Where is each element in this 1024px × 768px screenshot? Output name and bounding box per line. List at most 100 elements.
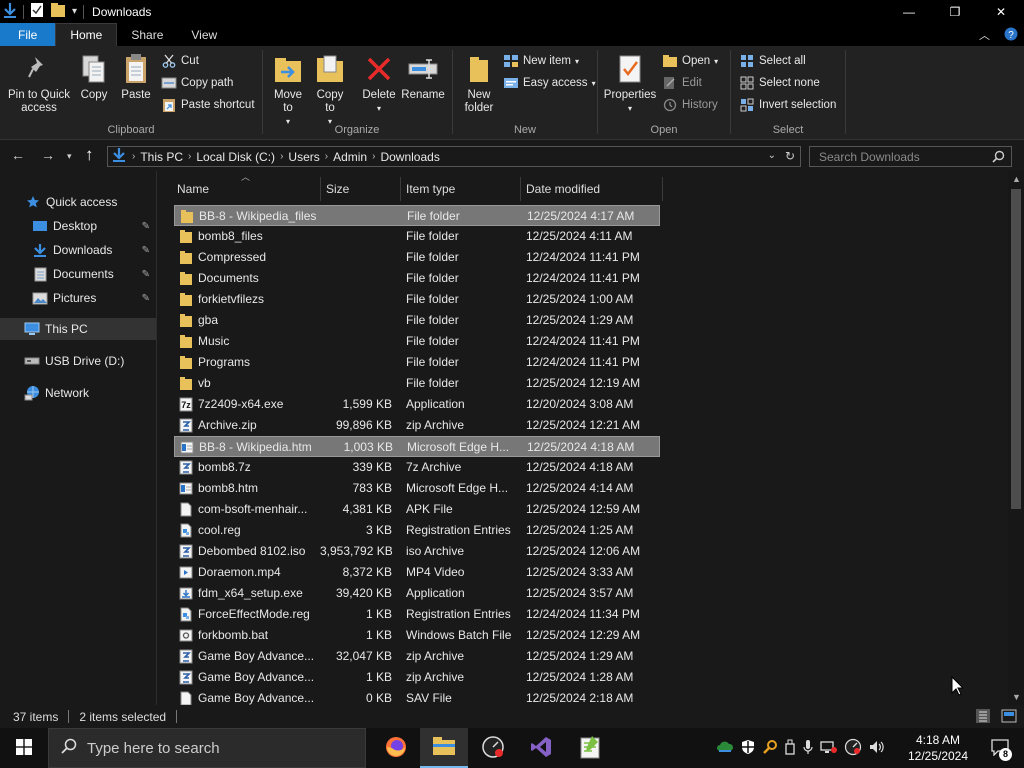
pin-icon[interactable]: ✎ bbox=[142, 245, 150, 256]
refresh-icon[interactable]: ↻ bbox=[785, 149, 795, 163]
nav-this-pc[interactable]: This PC bbox=[0, 318, 156, 340]
start-button[interactable] bbox=[0, 728, 48, 768]
forward-arrow-icon[interactable]: → bbox=[41, 147, 55, 163]
column-divider[interactable] bbox=[320, 177, 321, 201]
taskbar-gauge-app[interactable] bbox=[469, 728, 517, 768]
maximize-button[interactable]: ❐ bbox=[932, 0, 978, 23]
rename-button[interactable]: Rename bbox=[400, 52, 446, 102]
scroll-down-icon[interactable]: ▼ bbox=[1012, 692, 1021, 702]
microphone-icon[interactable] bbox=[802, 739, 814, 758]
edit-button[interactable]: Edit bbox=[662, 75, 702, 91]
chevron-down-icon[interactable]: ▾ bbox=[72, 6, 77, 17]
column-divider[interactable] bbox=[400, 177, 401, 201]
search-tool-icon[interactable] bbox=[762, 739, 778, 758]
file-row[interactable]: Programs File folder 12/24/2024 11:41 PM bbox=[174, 352, 660, 373]
search-input[interactable] bbox=[819, 149, 989, 164]
file-row[interactable]: Game Boy Advance... 32,047 KB zip Archive 1… bbox=[174, 646, 660, 667]
minimize-button[interactable]: — bbox=[886, 0, 932, 23]
details-view-icon[interactable] bbox=[976, 709, 990, 726]
new-item-button[interactable]: New item ▾ bbox=[503, 53, 579, 69]
search-icon[interactable] bbox=[992, 150, 1005, 166]
scrollbar-thumb[interactable] bbox=[1011, 189, 1021, 509]
gauge-tray-icon[interactable] bbox=[844, 738, 862, 759]
new-folder-icon[interactable] bbox=[50, 2, 66, 21]
pin-quick-access-button[interactable]: Pin to Quick access bbox=[6, 52, 72, 115]
nav-downloads[interactable]: Downloads ✎ bbox=[0, 239, 156, 261]
delete-button[interactable]: Delete ▾ bbox=[360, 52, 398, 115]
file-row[interactable]: fdm_x64_setup.exe 39,420 KB Application 12/… bbox=[174, 583, 660, 604]
column-divider[interactable] bbox=[662, 177, 663, 201]
pin-icon[interactable]: ✎ bbox=[142, 293, 150, 304]
file-row[interactable]: gba File folder 12/25/2024 1:29 AM bbox=[174, 310, 660, 331]
easy-access-button[interactable]: Easy access ▾ bbox=[503, 75, 596, 91]
open-button[interactable]: Open ▾ bbox=[662, 53, 718, 69]
up-arrow-icon[interactable]: ↑ bbox=[85, 145, 94, 165]
close-button[interactable]: ✕ bbox=[978, 0, 1024, 23]
taskbar-editor-app[interactable] bbox=[566, 728, 614, 768]
file-row[interactable]: Game Boy Advance... 1 KB zip Archive 12/25/… bbox=[174, 667, 660, 688]
usb-eject-icon[interactable] bbox=[784, 739, 796, 758]
recent-locations-chevron-icon[interactable]: ▾ bbox=[67, 151, 72, 162]
file-row[interactable]: Documents File folder 12/24/2024 11:41 PM bbox=[174, 268, 660, 289]
file-row[interactable]: forkbomb.bat 1 KB Windows Batch File 12/25/… bbox=[174, 625, 660, 646]
copy-button[interactable]: Copy bbox=[76, 52, 112, 102]
notification-center-button[interactable]: 8 bbox=[976, 728, 1024, 768]
column-header-date[interactable]: Date modified bbox=[526, 177, 656, 201]
invert-selection-button[interactable]: Invert selection bbox=[739, 97, 836, 113]
file-row[interactable]: 7z 7z2409-x64.exe 1,599 KB Application 12/20… bbox=[174, 394, 660, 415]
pin-icon[interactable]: ✎ bbox=[142, 269, 150, 280]
address-bar[interactable]: › This PC › Local Disk (C:) › Users › Ad… bbox=[107, 146, 801, 167]
down-arrow-icon[interactable] bbox=[3, 2, 17, 21]
file-row[interactable]: Game Boy Advance... 0 KB SAV File 12/25/202… bbox=[174, 688, 660, 705]
scroll-up-icon[interactable]: ▲ bbox=[1012, 174, 1021, 184]
select-all-button[interactable]: Select all bbox=[739, 53, 806, 69]
breadcrumb-downloads[interactable]: Downloads bbox=[380, 150, 439, 164]
tab-file[interactable]: File bbox=[0, 23, 56, 46]
properties-icon[interactable] bbox=[30, 2, 44, 21]
history-button[interactable]: History bbox=[662, 97, 718, 113]
breadcrumb-admin[interactable]: Admin bbox=[333, 150, 367, 164]
file-row[interactable]: cool.reg 3 KB Registration Entries 12/25/20… bbox=[174, 520, 660, 541]
file-row[interactable]: BB-8 - Wikipedia_files File folder 12/25/2… bbox=[174, 205, 660, 226]
nav-quick-access[interactable]: Quick access bbox=[0, 191, 156, 213]
taskbar-clock[interactable]: 4:18 AM 12/25/2024 bbox=[905, 732, 971, 764]
help-icon[interactable]: ? bbox=[1004, 27, 1018, 44]
taskbar-visual-studio[interactable] bbox=[517, 728, 565, 768]
column-header-name[interactable]: Name bbox=[177, 177, 317, 201]
file-row[interactable]: Compressed File folder 12/24/2024 11:41 PM bbox=[174, 247, 660, 268]
tab-view[interactable]: View bbox=[177, 23, 231, 46]
breadcrumb-this-pc[interactable]: This PC bbox=[140, 150, 183, 164]
volume-icon[interactable] bbox=[868, 739, 886, 758]
address-dropdown-icon[interactable]: ⌄ bbox=[768, 150, 776, 161]
move-to-button[interactable]: Move to ▾ bbox=[268, 52, 308, 128]
breadcrumb-separator-icon[interactable]: › bbox=[325, 151, 328, 162]
file-row[interactable]: Archive.zip 99,896 KB zip Archive 12/25/202… bbox=[174, 415, 660, 436]
cut-button[interactable]: Cut bbox=[161, 53, 199, 69]
file-row[interactable]: ForceEffectMode.reg 1 KB Registration Entr… bbox=[174, 604, 660, 625]
file-row[interactable]: BB-8 - Wikipedia.htm 1,003 KB Microsoft Ed… bbox=[174, 436, 660, 457]
breadcrumb-separator-icon[interactable]: › bbox=[188, 151, 191, 162]
file-row[interactable]: Music File folder 12/24/2024 11:41 PM bbox=[174, 331, 660, 352]
column-divider[interactable] bbox=[520, 177, 521, 201]
breadcrumb-local-disk[interactable]: Local Disk (C:) bbox=[196, 150, 275, 164]
file-row[interactable]: bomb8.htm 783 KB Microsoft Edge H... 12/25/… bbox=[174, 478, 660, 499]
breadcrumb-users[interactable]: Users bbox=[288, 150, 319, 164]
tab-home[interactable]: Home bbox=[55, 23, 118, 46]
back-arrow-icon[interactable]: ← bbox=[11, 147, 25, 163]
file-row[interactable]: bomb8_files File folder 12/25/2024 4:11 AM bbox=[174, 226, 660, 247]
taskbar-file-explorer[interactable] bbox=[420, 728, 468, 768]
column-header-type[interactable]: Item type bbox=[406, 177, 516, 201]
file-row[interactable]: Doraemon.mp4 8,372 KB MP4 Video 12/25/2024 … bbox=[174, 562, 660, 583]
paste-button[interactable]: Paste bbox=[116, 52, 156, 102]
network-status-icon[interactable] bbox=[820, 739, 838, 758]
cloud-sync-icon[interactable] bbox=[716, 740, 734, 757]
nav-documents[interactable]: Documents ✎ bbox=[0, 263, 156, 285]
column-header-size[interactable]: Size bbox=[326, 177, 396, 201]
file-row[interactable]: forkietvfilezs File folder 12/25/2024 1:00… bbox=[174, 289, 660, 310]
file-row[interactable]: vb File folder 12/25/2024 12:19 AM bbox=[174, 373, 660, 394]
breadcrumb-separator-icon[interactable]: › bbox=[280, 151, 283, 162]
breadcrumb-separator-icon[interactable]: › bbox=[132, 151, 135, 162]
nav-network[interactable]: Network bbox=[0, 382, 156, 404]
pin-icon[interactable]: ✎ bbox=[142, 221, 150, 232]
new-folder-button[interactable]: New folder bbox=[459, 52, 499, 115]
